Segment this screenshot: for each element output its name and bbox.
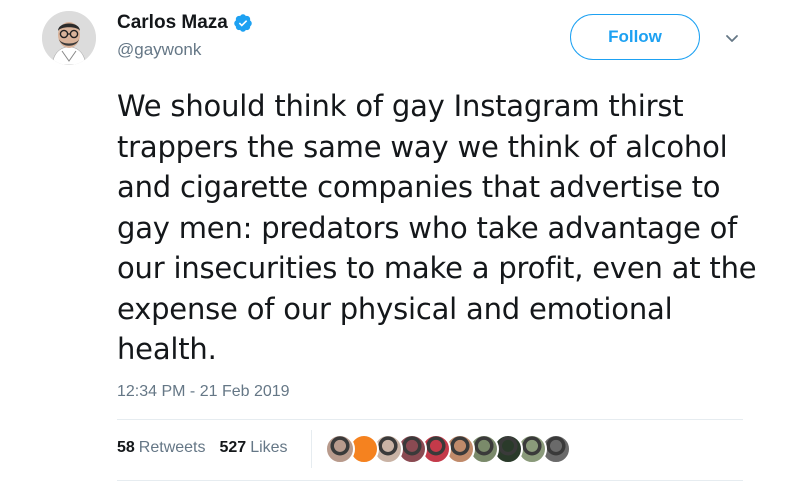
likes-count: 527 — [219, 439, 247, 456]
retweets-stat[interactable]: 58 Retweets — [117, 439, 206, 457]
follow-button[interactable]: Follow — [570, 14, 700, 60]
engagement-stats: 58 Retweets 527 Likes — [117, 439, 288, 457]
likes-stat[interactable]: 527 Likes — [220, 439, 288, 457]
author-name-row[interactable]: Carlos Maza — [117, 12, 253, 34]
author-avatar[interactable] — [42, 11, 96, 65]
liker-avatars — [325, 434, 571, 464]
stats-divider-top — [117, 419, 743, 420]
author-handle[interactable]: @gaywonk — [117, 40, 201, 60]
stats-divider-bottom — [117, 480, 743, 481]
chevron-down-icon[interactable] — [724, 30, 740, 46]
author-display-name[interactable]: Carlos Maza — [117, 12, 228, 34]
liker-avatar[interactable] — [325, 434, 355, 464]
retweets-label: Retweets — [138, 439, 206, 456]
retweets-count: 58 — [117, 439, 135, 456]
tweet-text: We should think of gay Instagram thirst … — [117, 89, 757, 366]
likes-label: Likes — [250, 439, 288, 456]
verified-badge-icon — [234, 14, 252, 32]
tweet-timestamp[interactable]: 12:34 PM - 21 Feb 2019 — [117, 383, 290, 401]
stats-separator — [311, 430, 312, 468]
profile-photo-icon — [42, 11, 96, 65]
